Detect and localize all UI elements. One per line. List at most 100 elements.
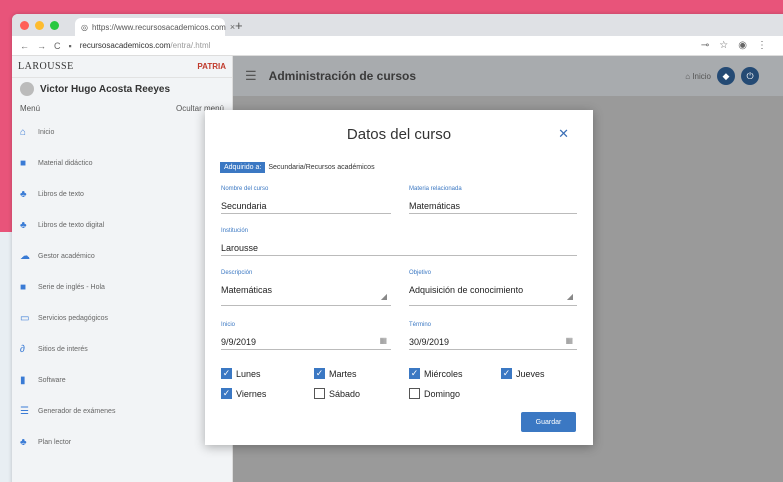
notifications-icon[interactable]: ◆ xyxy=(717,67,735,85)
day-label: Sábado xyxy=(329,388,361,399)
sidebar-item-label: Serie de inglés - Hola xyxy=(38,284,105,291)
calendar-icon[interactable]: ▦ xyxy=(379,336,387,345)
sidebar-nav: ⌂ Inicio ■ Material didáctico ♣ Libros de tex… xyxy=(12,117,232,458)
checked-box-icon[interactable]: ✓ xyxy=(409,368,420,379)
larousse-logo: LAROUSSE xyxy=(18,61,74,72)
unchecked-box-icon[interactable] xyxy=(409,388,420,399)
checked-box-icon[interactable]: ✓ xyxy=(221,388,232,399)
sidebar-item-label: Software xyxy=(38,377,66,384)
course-name-field[interactable]: Nombre del curso Secundaria xyxy=(221,186,391,214)
patria-logo: PATRIA xyxy=(197,62,226,71)
objective-field[interactable]: Objetivo Adquisición de conocimiento ◢ xyxy=(409,270,577,306)
sidebar-item-label: Gestor académico xyxy=(38,253,95,260)
link-icon: ∂ xyxy=(20,343,25,355)
sidebar-item[interactable]: ♣ Plan lector xyxy=(12,427,232,458)
description-field[interactable]: Descripción Matemáticas ◢ xyxy=(221,270,391,306)
day-checkbox[interactable]: ✓ Martes xyxy=(314,368,357,379)
sidebar-item-label: Material didáctico xyxy=(38,160,93,167)
save-button[interactable]: Guardar xyxy=(521,412,576,432)
hamburger-icon[interactable]: ☰ xyxy=(245,68,257,84)
forward-icon[interactable]: → xyxy=(37,41,46,51)
avatar xyxy=(20,82,34,96)
chat-icon: ▭ xyxy=(20,312,30,324)
minimize-window-icon[interactable] xyxy=(35,20,44,30)
day-checkbox[interactable]: ✓ Miércoles xyxy=(409,368,463,379)
key-icon[interactable]: ⊸ xyxy=(701,40,709,51)
field-label: Institución xyxy=(221,228,249,234)
field-label: Descripción xyxy=(221,270,253,276)
sidebar-item[interactable]: ∂ Sitios de interés xyxy=(12,334,232,365)
field-label: Materia relacionada xyxy=(409,186,462,192)
subject-field[interactable]: Materia relacionada Matemáticas xyxy=(409,186,577,214)
modal-title: Datos del curso xyxy=(346,126,452,143)
close-window-icon[interactable] xyxy=(20,20,29,30)
day-label: Viernes xyxy=(236,388,267,399)
sidebar-item[interactable]: ■ Material didáctico xyxy=(12,148,232,179)
user-info: Victor Hugo Acosta Reeyes xyxy=(12,78,232,100)
field-label: Objetivo xyxy=(409,270,432,276)
book-icon: ■ xyxy=(20,157,27,169)
checked-box-icon[interactable]: ✓ xyxy=(221,368,232,379)
day-checkbox[interactable]: ✓ Jueves xyxy=(501,368,545,379)
top-bar: ☰ Administración de cursos ⌂ Inicio ◆ ⏻ xyxy=(233,56,783,96)
star-icon[interactable]: ☆ xyxy=(719,40,728,51)
sidebar-item[interactable]: ♣ Libros de texto digital xyxy=(12,210,232,241)
checked-box-icon[interactable]: ✓ xyxy=(314,368,325,379)
checked-box-icon[interactable]: ✓ xyxy=(501,368,512,379)
sidebar-item[interactable]: ☁ Gestor académico xyxy=(12,241,232,272)
day-checkbox[interactable]: ✓ Viernes xyxy=(221,388,266,399)
sidebar-item-label: Inicio xyxy=(38,129,55,136)
day-checkbox[interactable]: Sábado xyxy=(314,388,360,399)
resize-icon[interactable]: ◢ xyxy=(567,292,573,301)
new-tab-icon[interactable]: + xyxy=(235,18,243,33)
url-field[interactable]: recursosacademicos.com/entra/.html xyxy=(80,41,211,50)
home-link[interactable]: ⌂ Inicio xyxy=(685,72,711,81)
sidebar-item[interactable]: ☰ Generador de exámenes xyxy=(12,396,232,427)
sidebar-item[interactable]: ▭ Servicios pedagógicos xyxy=(12,303,232,334)
sidebar-item[interactable]: ♣ Libros de texto xyxy=(12,179,232,210)
sidebar-item-label: Libros de texto xyxy=(38,191,84,198)
users-icon: ♣ xyxy=(20,436,27,448)
maximize-window-icon[interactable] xyxy=(50,20,59,30)
close-icon[interactable]: ✕ xyxy=(558,126,569,142)
acquired-row: Adquirido a: Secundaria/Recursos académi… xyxy=(220,162,375,173)
course-modal: Datos del curso ✕ Adquirido a: Secundari… xyxy=(205,110,593,445)
account-icon[interactable]: ◉ xyxy=(738,40,747,51)
day-label: Miércoles xyxy=(424,368,463,379)
day-label: Martes xyxy=(329,368,357,379)
day-checkbox[interactable]: ✓ Lunes xyxy=(221,368,261,379)
reload-icon[interactable]: C xyxy=(54,41,61,51)
address-bar: ← → C ▪ recursosacademicos.com/entra/.ht… xyxy=(12,36,783,56)
acquired-value: Secundaria/Recursos académicos xyxy=(268,164,375,171)
browser-tab[interactable]: ◎ https://www.recursosacademicos.com × xyxy=(75,18,235,36)
users-icon: ♣ xyxy=(20,219,27,231)
day-label: Lunes xyxy=(236,368,261,379)
field-value: Adquisición de conocimiento xyxy=(409,285,524,295)
field-label: Nombre del curso xyxy=(221,186,269,192)
field-label: Término xyxy=(409,322,432,328)
field-value: Larousse xyxy=(221,243,259,253)
list-icon: ☰ xyxy=(20,405,29,417)
sidebar-item-label: Generador de exámenes xyxy=(38,408,116,415)
sidebar-item[interactable]: ⌂ Inicio xyxy=(12,117,232,148)
institution-field[interactable]: Institución Larousse xyxy=(221,228,577,256)
more-icon[interactable]: ⋮ xyxy=(757,40,767,51)
lock-icon: ▪ xyxy=(68,40,72,51)
sidebar-item-label: Libros de texto digital xyxy=(38,222,105,229)
back-icon[interactable]: ← xyxy=(20,41,29,51)
unchecked-box-icon[interactable] xyxy=(314,388,325,399)
calendar-icon[interactable]: ▦ xyxy=(565,336,573,345)
day-checkbox[interactable]: Domingo xyxy=(409,388,460,399)
start-date-field[interactable]: Inicio 9/9/2019 ▦ xyxy=(221,322,391,350)
end-date-field[interactable]: Término 30/9/2019 ▦ xyxy=(409,322,577,350)
brand-row: LAROUSSE PATRIA xyxy=(12,56,232,78)
field-value: 9/9/2019 xyxy=(221,337,257,347)
sidebar-item[interactable]: ▮ Software xyxy=(12,365,232,396)
file-icon: ▮ xyxy=(20,374,26,386)
resize-icon[interactable]: ◢ xyxy=(381,292,387,301)
power-icon[interactable]: ⏻ xyxy=(741,67,759,85)
sidebar-item[interactable]: ■ Serie de inglés - Hola xyxy=(12,272,232,303)
url-path: /entra/.html xyxy=(170,41,211,50)
field-value: Secundaria xyxy=(221,201,267,211)
url-host: recursosacademicos.com xyxy=(79,41,171,50)
